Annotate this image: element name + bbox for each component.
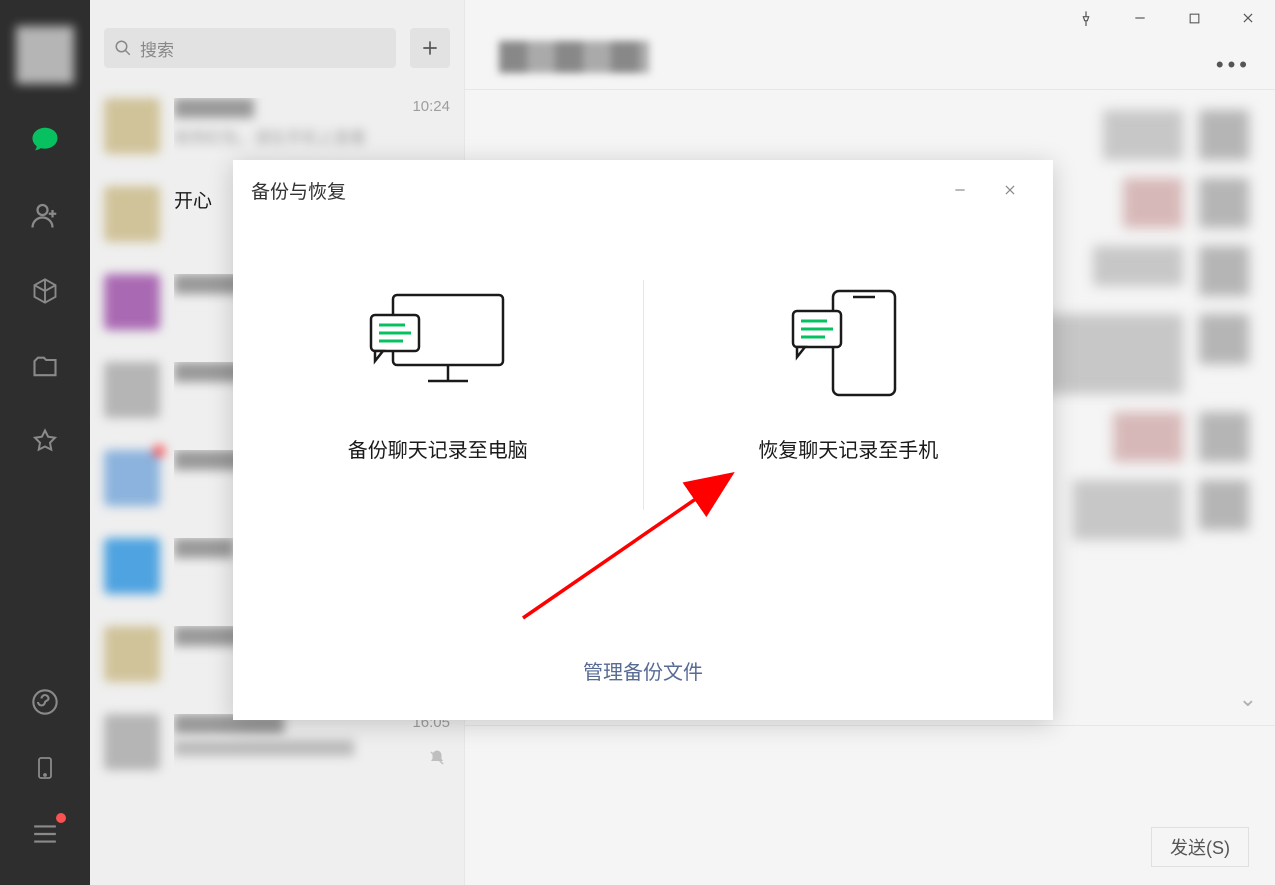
chat-item[interactable]: 10:24 收到红包，请在手机上查看 bbox=[90, 82, 464, 170]
scroll-down-icon[interactable]: ⌄ bbox=[1239, 686, 1257, 712]
chat-preview bbox=[174, 740, 354, 756]
chat-avatar bbox=[104, 626, 160, 682]
search-input[interactable]: 搜索 bbox=[104, 28, 396, 68]
restore-to-phone-option[interactable]: 恢复聊天记录至手机 bbox=[644, 280, 1054, 620]
user-avatar[interactable] bbox=[16, 26, 74, 84]
more-icon[interactable]: ••• bbox=[1216, 52, 1251, 78]
maximize-icon[interactable] bbox=[1167, 0, 1221, 36]
modal-close-icon[interactable] bbox=[985, 170, 1035, 210]
message-avatar bbox=[1199, 412, 1249, 462]
pin-icon[interactable] bbox=[1059, 0, 1113, 36]
modal-footer: 管理备份文件 bbox=[233, 620, 1053, 720]
mini-program-icon[interactable] bbox=[30, 687, 60, 717]
message-avatar bbox=[1199, 314, 1249, 364]
phone-icon[interactable] bbox=[30, 753, 60, 783]
chat-time: 10:24 bbox=[412, 98, 450, 118]
chat-avatar bbox=[104, 274, 160, 330]
menu-icon[interactable] bbox=[30, 819, 60, 849]
message-avatar bbox=[1199, 246, 1249, 296]
chat-avatar bbox=[104, 450, 160, 506]
message-bubble bbox=[1103, 110, 1183, 160]
message-bubble bbox=[1043, 314, 1183, 394]
contacts-icon[interactable] bbox=[30, 200, 60, 230]
message-avatar bbox=[1199, 110, 1249, 160]
chat-avatar bbox=[104, 98, 160, 154]
send-button[interactable]: 发送(S) bbox=[1151, 827, 1249, 867]
close-icon[interactable] bbox=[1221, 0, 1275, 36]
chat-title-main bbox=[499, 41, 649, 73]
phone-restore-icon bbox=[783, 280, 913, 410]
chat-preview: 收到红包，请在手机上查看 bbox=[174, 124, 450, 148]
mute-icon bbox=[428, 749, 446, 772]
minimize-icon[interactable] bbox=[1113, 0, 1167, 36]
message-bubble bbox=[1113, 412, 1183, 462]
backup-label: 备份聊天记录至电脑 bbox=[348, 434, 528, 463]
search-placeholder: 搜索 bbox=[140, 36, 174, 61]
modal-body: 备份聊天记录至电脑 恢复聊天记录至手机 bbox=[233, 220, 1053, 620]
modal-header: 备份与恢复 bbox=[233, 160, 1053, 220]
search-row: 搜索 bbox=[90, 0, 464, 82]
notification-dot bbox=[56, 813, 66, 823]
collection-icon[interactable] bbox=[30, 276, 60, 306]
manage-backup-link[interactable]: 管理备份文件 bbox=[583, 656, 703, 685]
chat-title bbox=[174, 538, 234, 558]
message-bubble bbox=[1073, 480, 1183, 540]
message-row bbox=[491, 110, 1249, 160]
modal-minimize-icon[interactable] bbox=[935, 170, 985, 210]
chat-title: 开心 bbox=[174, 186, 212, 213]
message-avatar bbox=[1199, 178, 1249, 228]
chats-icon[interactable] bbox=[30, 124, 60, 154]
add-button[interactable] bbox=[410, 28, 450, 68]
message-bubble bbox=[1093, 246, 1183, 286]
input-area[interactable]: ⌄ 发送(S) bbox=[465, 725, 1275, 885]
chat-title bbox=[174, 98, 254, 118]
message-bubble bbox=[1123, 178, 1183, 228]
chat-avatar bbox=[104, 714, 160, 770]
chat-avatar bbox=[104, 186, 160, 242]
backup-restore-modal: 备份与恢复 备份聊天记录至电脑 bbox=[233, 160, 1053, 720]
nav-sidebar bbox=[0, 0, 90, 885]
unread-dot bbox=[153, 445, 165, 457]
backup-to-pc-option[interactable]: 备份聊天记录至电脑 bbox=[233, 280, 643, 620]
moments-icon[interactable] bbox=[30, 428, 60, 458]
pc-icon bbox=[363, 280, 513, 410]
chat-avatar bbox=[104, 362, 160, 418]
restore-label: 恢复聊天记录至手机 bbox=[758, 434, 938, 463]
message-avatar bbox=[1199, 480, 1249, 530]
modal-title: 备份与恢复 bbox=[251, 177, 346, 204]
chat-avatar bbox=[104, 538, 160, 594]
files-icon[interactable] bbox=[30, 352, 60, 382]
window-controls bbox=[1059, 0, 1275, 36]
